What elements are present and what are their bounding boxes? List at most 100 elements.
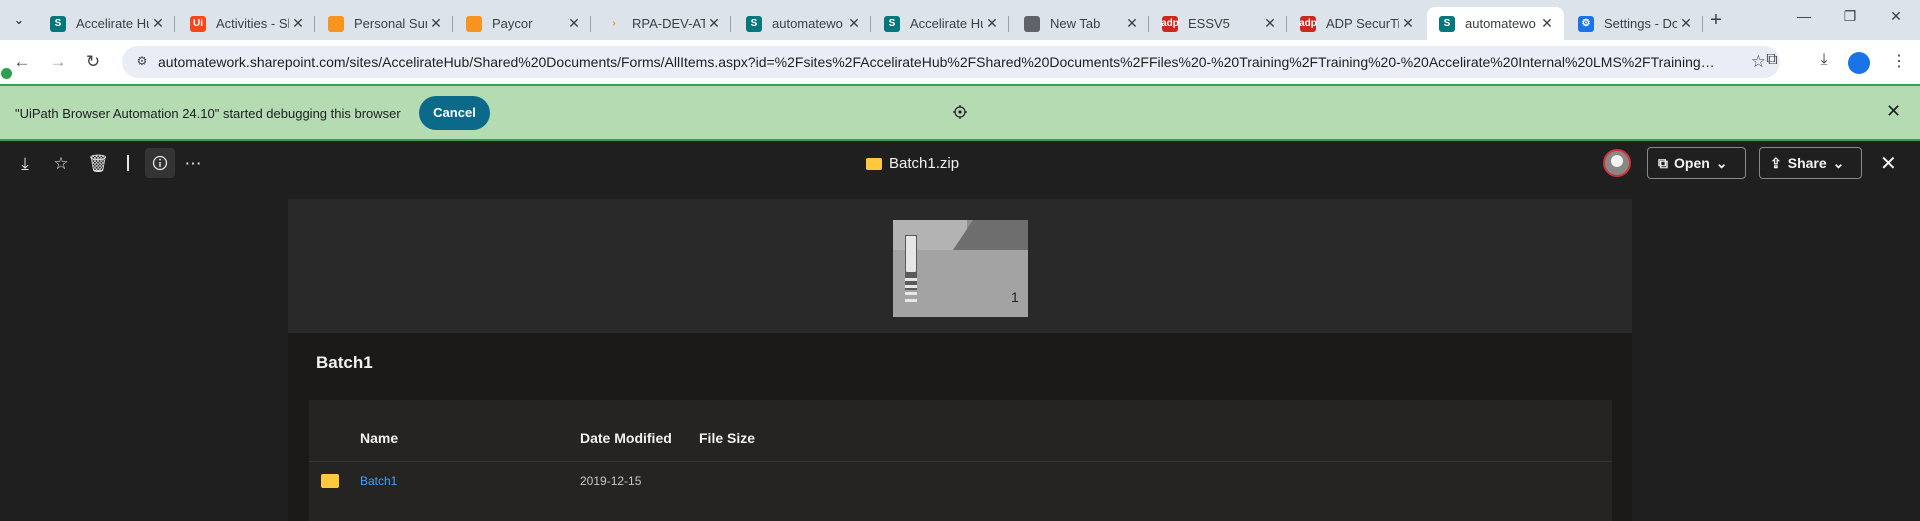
browser-tab[interactable]: adp ESSV5 ✕ — [1150, 7, 1287, 40]
close-window-button[interactable]: ✕ — [1883, 8, 1909, 25]
target-icon[interactable] — [953, 105, 967, 119]
tab-favicon-icon: Ui — [190, 15, 206, 32]
address-bar[interactable]: ⚙ automatework.sharepoint.com/sites/Acce… — [122, 46, 1780, 78]
zip-folder-icon — [866, 157, 882, 170]
debug-message: "UiPath Browser Automation 24.10" starte… — [15, 106, 401, 121]
tab-title: New Tab — [1050, 16, 1101, 31]
column-header-name[interactable]: Name — [360, 430, 398, 446]
download-icon[interactable]: ⤓ — [14, 153, 36, 175]
tab-title: Paycor — [492, 16, 533, 31]
plus-icon: + — [1710, 9, 1722, 31]
open-button[interactable]: ⧉ Open ⌄ — [1647, 147, 1746, 179]
tab-search-button[interactable]: ⌄ — [8, 9, 30, 31]
tab-favicon-icon — [328, 15, 344, 32]
tab-separator — [730, 16, 731, 32]
tab-close-icon[interactable]: ✕ — [1123, 15, 1141, 32]
tab-close-icon[interactable]: ✕ — [1261, 15, 1279, 32]
download-icon[interactable]: ⤓ — [1812, 51, 1836, 73]
tab-strip: ⌄ SAccelirate Hub✕UiActivities - Sh✕Pers… — [0, 0, 1920, 40]
tab-close-icon[interactable]: ✕ — [565, 15, 583, 32]
tab-title: Accelirate Hu — [910, 16, 983, 31]
tab-close-icon[interactable]: ✕ — [1677, 15, 1695, 32]
tab-favicon-icon: S — [746, 15, 762, 32]
user-avatar[interactable] — [1603, 149, 1631, 177]
new-tab-button[interactable]: + — [1705, 9, 1727, 31]
tab-close-icon[interactable]: ✕ — [845, 15, 863, 32]
minimize-icon: — — [1797, 8, 1811, 24]
toolbar-divider — [127, 155, 129, 171]
browser-tab[interactable]: New Tab ✕ — [1012, 7, 1149, 40]
tab-favicon-icon: › — [606, 15, 622, 32]
forward-button[interactable]: → — [47, 51, 69, 73]
profile-avatar[interactable] — [1848, 52, 1870, 74]
arrow-left-icon: ← — [13, 52, 31, 71]
tab-title: RPA-DEV-AT — [632, 16, 705, 31]
url-text[interactable]: automatework.sharepoint.com/sites/Acceli… — [158, 54, 1718, 70]
tab-title: Accelirate Hub — [76, 16, 149, 31]
chevron-down-icon: ⌄ — [1715, 154, 1728, 171]
back-button[interactable]: ← — [11, 51, 33, 73]
tab-separator — [314, 16, 315, 32]
browser-tab[interactable]: › RPA-DEV-AT ✕ — [594, 7, 731, 40]
tab-close-icon[interactable]: ✕ — [1538, 15, 1556, 32]
browser-tab[interactable]: Sautomatewo ✕ — [734, 7, 871, 40]
tab-separator — [1702, 16, 1703, 32]
menu-icon[interactable]: ⋮ — [1887, 51, 1911, 73]
zip-contents-title: Batch1 — [316, 353, 373, 372]
tab-favicon-icon: adp — [1161, 15, 1179, 32]
browser-tab[interactable]: ⚙ Settings - Do ✕ — [1566, 7, 1703, 40]
delete-icon[interactable]: 🗑 — [87, 153, 109, 175]
viewer-background-left — [0, 186, 288, 521]
minimize-button[interactable]: — — [1791, 8, 1817, 24]
restore-button[interactable]: ❐ — [1837, 8, 1863, 25]
column-header-date-modified[interactable]: Date Modified — [580, 430, 672, 446]
close-viewer-icon[interactable]: ✕ — [1880, 151, 1897, 176]
row-divider — [309, 461, 1612, 462]
browser-tab[interactable]: Paycor ✕ — [454, 7, 591, 40]
zip-contents-table: Name Date Modified File Size Batch1 2019… — [309, 400, 1612, 521]
tab-title: Settings - Do — [1604, 16, 1677, 31]
close-icon: ✕ — [1890, 8, 1902, 24]
reload-icon: ↻ — [85, 52, 101, 71]
tab-separator — [1286, 16, 1287, 32]
tab-close-icon[interactable]: ✕ — [427, 15, 445, 32]
tab-close-icon[interactable]: ✕ — [149, 15, 167, 32]
favorite-star-icon[interactable]: ☆ — [50, 153, 72, 175]
uipath-extension-icon — [0, 67, 13, 80]
file-viewer-toolbar: ⤓ ☆ 🗑 ⋯ Batch1.zip ⧉ Open ⌄ ⇪ Share ⌄ ✕ — [0, 141, 1920, 186]
open-external-icon: ⧉ — [1658, 154, 1668, 171]
extensions-icon[interactable]: ⧉ — [1760, 51, 1784, 73]
tab-favicon-icon — [1024, 15, 1040, 32]
browser-tab[interactable]: S Accelirate Hu ✕ — [872, 7, 1009, 40]
tab-title: Activities - Sh — [216, 16, 289, 31]
tab-separator — [590, 16, 591, 32]
chevron-down-icon: ⌄ — [1832, 154, 1845, 171]
file-title-text: Batch1.zip — [889, 155, 960, 172]
file-title: Batch1.zip — [866, 155, 959, 172]
share-button[interactable]: ⇪ Share ⌄ — [1759, 147, 1862, 179]
tab-title: ADP SecurTi — [1326, 16, 1399, 31]
share-label: Share — [1787, 155, 1827, 171]
column-header-file-size[interactable]: File Size — [699, 430, 755, 446]
more-options-icon[interactable]: ⋯ — [182, 153, 204, 175]
tab-close-icon[interactable]: ✕ — [983, 15, 1001, 32]
reload-button[interactable]: ↻ — [82, 51, 104, 73]
banner-close-icon[interactable]: ✕ — [1886, 101, 1901, 122]
details-button[interactable] — [145, 148, 175, 178]
tab-title: Personal Sum — [354, 16, 427, 31]
arrow-right-icon: → — [49, 52, 67, 71]
browser-tab[interactable]: adp ADP SecurTi ✕ — [1288, 7, 1425, 40]
tab-close-icon[interactable]: ✕ — [289, 15, 307, 32]
cancel-debug-button[interactable]: Cancel — [419, 96, 490, 130]
file-name-link[interactable]: Batch1 — [360, 474, 397, 488]
browser-tab[interactable]: Sautomatewo ✕ — [1427, 7, 1564, 40]
browser-tab[interactable]: Ui Activities - Sh ✕ — [178, 7, 315, 40]
browser-tab[interactable]: S Accelirate Hub✕ — [38, 7, 175, 40]
browser-tab[interactable]: Personal Sum✕ — [316, 7, 453, 40]
tab-favicon-icon: S — [884, 15, 900, 32]
tab-separator — [174, 16, 175, 32]
tab-close-icon[interactable]: ✕ — [705, 15, 723, 32]
site-info-icon[interactable]: ⚙ — [134, 54, 150, 70]
tab-favicon-icon: S — [1439, 15, 1455, 32]
tab-close-icon[interactable]: ✕ — [1399, 15, 1417, 32]
